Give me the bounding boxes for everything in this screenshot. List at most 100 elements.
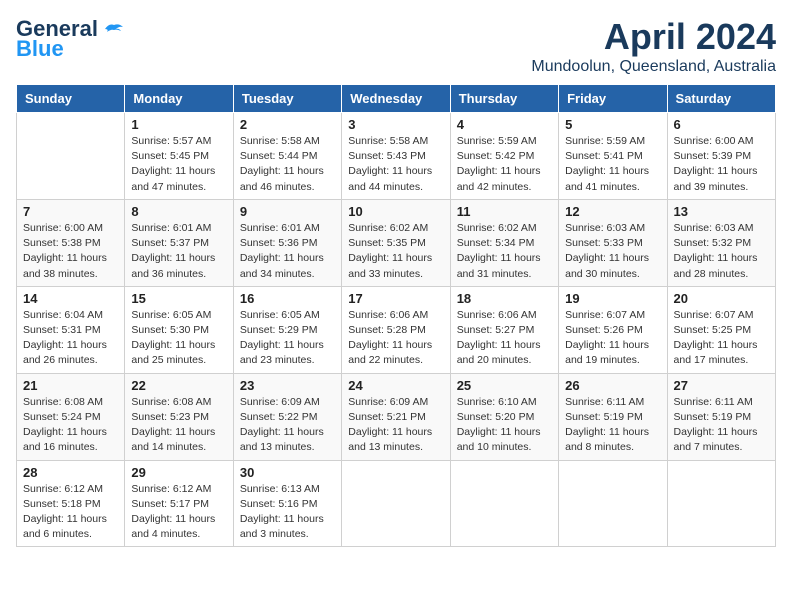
day-info: Sunrise: 5:58 AM Sunset: 5:44 PM Dayligh… bbox=[240, 134, 335, 195]
calendar-cell: 24Sunrise: 6:09 AM Sunset: 5:21 PM Dayli… bbox=[342, 373, 450, 460]
day-number: 21 bbox=[23, 378, 118, 393]
calendar-cell: 14 Sunrise: 6:04 AM Sunset: 5:31 PM Dayli… bbox=[17, 286, 125, 373]
day-number: 13 bbox=[674, 204, 769, 219]
day-number: 19 bbox=[565, 291, 660, 306]
day-number: 1 bbox=[131, 117, 226, 132]
calendar-cell: 7 Sunrise: 6:00 AM Sunset: 5:38 PM Daylig… bbox=[17, 199, 125, 286]
day-info: Sunrise: 6:03 AM Sunset: 5:33 PM Dayligh… bbox=[565, 221, 660, 282]
day-number: 26 bbox=[565, 378, 660, 393]
day-info: Sunrise: 6:12 AM Sunset: 5:17 PM Dayligh… bbox=[131, 482, 226, 543]
location: Mundoolun, Queensland, Australia bbox=[531, 58, 776, 76]
day-info: Sunrise: 6:08 AM Sunset: 5:23 PM Dayligh… bbox=[131, 395, 226, 456]
day-info: Sunrise: 6:00 AM Sunset: 5:39 PM Dayligh… bbox=[674, 134, 769, 195]
day-number: 14 bbox=[23, 291, 118, 306]
week-row-1: 1 Sunrise: 5:57 AM Sunset: 5:45 PM Daylig… bbox=[17, 113, 776, 200]
day-info: Sunrise: 6:07 AM Sunset: 5:26 PM Dayligh… bbox=[565, 308, 660, 369]
calendar-cell: 13 Sunrise: 6:03 AM Sunset: 5:32 PM Dayli… bbox=[667, 199, 775, 286]
day-number: 8 bbox=[131, 204, 226, 219]
calendar-cell: 9 Sunrise: 6:01 AM Sunset: 5:36 PM Daylig… bbox=[233, 199, 341, 286]
day-number: 17 bbox=[348, 291, 443, 306]
calendar-cell: 30Sunrise: 6:13 AM Sunset: 5:16 PM Dayli… bbox=[233, 460, 341, 547]
logo-blue: Blue bbox=[16, 36, 64, 62]
calendar-cell: 21 Sunrise: 6:08 AM Sunset: 5:24 PM Dayli… bbox=[17, 373, 125, 460]
calendar-cell: 5 Sunrise: 5:59 AM Sunset: 5:41 PM Daylig… bbox=[559, 113, 667, 200]
day-number: 23 bbox=[240, 378, 335, 393]
day-number: 22 bbox=[131, 378, 226, 393]
day-number: 28 bbox=[23, 465, 118, 480]
page-header: General Blue April 2024 Mundoolun, Queen… bbox=[16, 16, 776, 76]
day-info: Sunrise: 6:03 AM Sunset: 5:32 PM Dayligh… bbox=[674, 221, 769, 282]
day-number: 11 bbox=[457, 204, 552, 219]
day-number: 3 bbox=[348, 117, 443, 132]
calendar-cell: 2 Sunrise: 5:58 AM Sunset: 5:44 PM Daylig… bbox=[233, 113, 341, 200]
day-number: 16 bbox=[240, 291, 335, 306]
day-number: 25 bbox=[457, 378, 552, 393]
header-day-saturday: Saturday bbox=[667, 85, 775, 113]
day-info: Sunrise: 6:01 AM Sunset: 5:37 PM Dayligh… bbox=[131, 221, 226, 282]
day-info: Sunrise: 6:02 AM Sunset: 5:35 PM Dayligh… bbox=[348, 221, 443, 282]
day-info: Sunrise: 6:09 AM Sunset: 5:22 PM Dayligh… bbox=[240, 395, 335, 456]
logo: General Blue bbox=[16, 16, 125, 62]
day-info: Sunrise: 6:11 AM Sunset: 5:19 PM Dayligh… bbox=[674, 395, 769, 456]
day-info: Sunrise: 6:04 AM Sunset: 5:31 PM Dayligh… bbox=[23, 308, 118, 369]
day-info: Sunrise: 6:08 AM Sunset: 5:24 PM Dayligh… bbox=[23, 395, 118, 456]
calendar-cell: 16 Sunrise: 6:05 AM Sunset: 5:29 PM Dayli… bbox=[233, 286, 341, 373]
calendar-cell: 6 Sunrise: 6:00 AM Sunset: 5:39 PM Daylig… bbox=[667, 113, 775, 200]
day-info: Sunrise: 6:10 AM Sunset: 5:20 PM Dayligh… bbox=[457, 395, 552, 456]
day-info: Sunrise: 6:05 AM Sunset: 5:30 PM Dayligh… bbox=[131, 308, 226, 369]
day-number: 15 bbox=[131, 291, 226, 306]
calendar-cell: 23 Sunrise: 6:09 AM Sunset: 5:22 PM Dayli… bbox=[233, 373, 341, 460]
day-info: Sunrise: 6:05 AM Sunset: 5:29 PM Dayligh… bbox=[240, 308, 335, 369]
day-info: Sunrise: 6:01 AM Sunset: 5:36 PM Dayligh… bbox=[240, 221, 335, 282]
day-number: 4 bbox=[457, 117, 552, 132]
header-day-monday: Monday bbox=[125, 85, 233, 113]
day-number: 27 bbox=[674, 378, 769, 393]
header-day-thursday: Thursday bbox=[450, 85, 558, 113]
calendar-cell: 27 Sunrise: 6:11 AM Sunset: 5:19 PM Dayli… bbox=[667, 373, 775, 460]
calendar-cell: 10Sunrise: 6:02 AM Sunset: 5:35 PM Dayli… bbox=[342, 199, 450, 286]
day-info: Sunrise: 6:09 AM Sunset: 5:21 PM Dayligh… bbox=[348, 395, 443, 456]
calendar-cell: 17Sunrise: 6:06 AM Sunset: 5:28 PM Dayli… bbox=[342, 286, 450, 373]
title-section: April 2024 Mundoolun, Queensland, Austra… bbox=[531, 16, 776, 76]
calendar-cell bbox=[17, 113, 125, 200]
day-info: Sunrise: 6:00 AM Sunset: 5:38 PM Dayligh… bbox=[23, 221, 118, 282]
calendar-cell: 4 Sunrise: 5:59 AM Sunset: 5:42 PM Daylig… bbox=[450, 113, 558, 200]
day-number: 7 bbox=[23, 204, 118, 219]
day-number: 6 bbox=[674, 117, 769, 132]
week-row-5: 28 Sunrise: 6:12 AM Sunset: 5:18 PM Dayli… bbox=[17, 460, 776, 547]
day-info: Sunrise: 5:57 AM Sunset: 5:45 PM Dayligh… bbox=[131, 134, 226, 195]
day-info: Sunrise: 6:12 AM Sunset: 5:18 PM Dayligh… bbox=[23, 482, 118, 543]
calendar-cell: 22 Sunrise: 6:08 AM Sunset: 5:23 PM Dayli… bbox=[125, 373, 233, 460]
day-number: 12 bbox=[565, 204, 660, 219]
day-number: 20 bbox=[674, 291, 769, 306]
calendar-cell bbox=[559, 460, 667, 547]
day-number: 2 bbox=[240, 117, 335, 132]
calendar-cell: 19 Sunrise: 6:07 AM Sunset: 5:26 PM Dayli… bbox=[559, 286, 667, 373]
month-title: April 2024 bbox=[531, 16, 776, 58]
week-row-4: 21 Sunrise: 6:08 AM Sunset: 5:24 PM Dayli… bbox=[17, 373, 776, 460]
calendar-cell bbox=[342, 460, 450, 547]
day-number: 29 bbox=[131, 465, 226, 480]
calendar-table: SundayMondayTuesdayWednesdayThursdayFrid… bbox=[16, 84, 776, 547]
logo-bird-icon bbox=[103, 21, 125, 37]
calendar-body: 1 Sunrise: 5:57 AM Sunset: 5:45 PM Daylig… bbox=[17, 113, 776, 547]
calendar-cell bbox=[450, 460, 558, 547]
week-row-2: 7 Sunrise: 6:00 AM Sunset: 5:38 PM Daylig… bbox=[17, 199, 776, 286]
day-number: 18 bbox=[457, 291, 552, 306]
calendar-cell: 29 Sunrise: 6:12 AM Sunset: 5:17 PM Dayli… bbox=[125, 460, 233, 547]
day-info: Sunrise: 5:59 AM Sunset: 5:42 PM Dayligh… bbox=[457, 134, 552, 195]
calendar-cell: 20Sunrise: 6:07 AM Sunset: 5:25 PM Dayli… bbox=[667, 286, 775, 373]
day-info: Sunrise: 5:59 AM Sunset: 5:41 PM Dayligh… bbox=[565, 134, 660, 195]
calendar-cell: 11 Sunrise: 6:02 AM Sunset: 5:34 PM Dayli… bbox=[450, 199, 558, 286]
day-info: Sunrise: 6:11 AM Sunset: 5:19 PM Dayligh… bbox=[565, 395, 660, 456]
day-number: 30 bbox=[240, 465, 335, 480]
day-info: Sunrise: 6:02 AM Sunset: 5:34 PM Dayligh… bbox=[457, 221, 552, 282]
calendar-cell: 12 Sunrise: 6:03 AM Sunset: 5:33 PM Dayli… bbox=[559, 199, 667, 286]
calendar-cell: 18Sunrise: 6:06 AM Sunset: 5:27 PM Dayli… bbox=[450, 286, 558, 373]
calendar-cell: 3 Sunrise: 5:58 AM Sunset: 5:43 PM Daylig… bbox=[342, 113, 450, 200]
header-day-sunday: Sunday bbox=[17, 85, 125, 113]
day-info: Sunrise: 5:58 AM Sunset: 5:43 PM Dayligh… bbox=[348, 134, 443, 195]
day-number: 9 bbox=[240, 204, 335, 219]
calendar-cell: 28 Sunrise: 6:12 AM Sunset: 5:18 PM Dayli… bbox=[17, 460, 125, 547]
day-number: 5 bbox=[565, 117, 660, 132]
